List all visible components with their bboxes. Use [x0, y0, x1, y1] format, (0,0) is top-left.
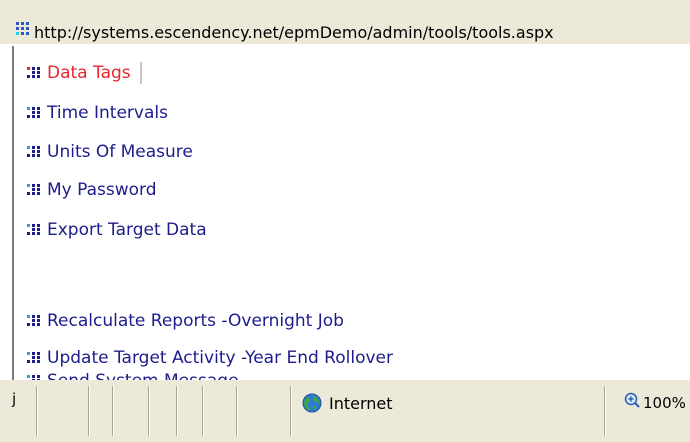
menu-item-label: Recalculate Reports -Overnight Job	[47, 311, 344, 331]
page-content: Data Tags Time Intervals Units Of Measur…	[12, 46, 690, 380]
menu-item-send-system-message[interactable]: Send System Message	[26, 368, 239, 380]
status-divider	[202, 386, 204, 436]
menu-item-label: Units Of Measure	[47, 142, 193, 162]
status-divider	[236, 386, 238, 436]
menu-item-export-target-data[interactable]: Export Target Data	[26, 217, 207, 243]
bullet-icon	[27, 67, 40, 78]
address-url[interactable]: http://systems.escendency.net/epmDemo/ad…	[34, 23, 554, 42]
status-divider	[112, 386, 114, 436]
status-divider	[290, 386, 292, 436]
status-divider	[176, 386, 178, 436]
zoom-icon[interactable]	[624, 392, 640, 408]
bullet-icon	[27, 146, 40, 157]
bullet-icon	[27, 107, 40, 118]
bullet-icon	[27, 352, 40, 363]
status-text: j	[12, 390, 17, 408]
menu-item-my-password[interactable]: My Password	[26, 177, 157, 203]
menu-item-label: Time Intervals	[47, 103, 168, 123]
menu-item-time-intervals[interactable]: Time Intervals	[26, 100, 168, 126]
menu-item-units-of-measure[interactable]: Units Of Measure	[26, 139, 193, 165]
address-bar: http://systems.escendency.net/epmDemo/ad…	[0, 0, 690, 44]
menu-item-label: My Password	[47, 180, 157, 200]
bullet-icon	[27, 315, 40, 326]
menu-item-recalculate-reports[interactable]: Recalculate Reports -Overnight Job	[26, 308, 344, 334]
status-divider	[604, 386, 606, 436]
menu-item-label: Send System Message	[47, 371, 239, 380]
menu-item-label: Export Target Data	[47, 220, 207, 240]
menu-item-label: Data Tags	[47, 63, 131, 83]
zone-label: Internet	[329, 394, 393, 413]
status-divider	[148, 386, 150, 436]
status-bar: j Internet 100%	[0, 380, 690, 442]
page-icon	[16, 22, 29, 35]
globe-icon	[302, 393, 322, 413]
menu-item-label: Update Target Activity -Year End Rollove…	[47, 348, 393, 368]
zoom-level[interactable]: 100%	[643, 394, 686, 412]
status-divider	[88, 386, 90, 436]
menu-item-data-tags[interactable]: Data Tags	[26, 60, 142, 86]
bullet-icon	[27, 184, 40, 195]
bullet-icon	[27, 224, 40, 235]
status-divider	[36, 386, 38, 436]
